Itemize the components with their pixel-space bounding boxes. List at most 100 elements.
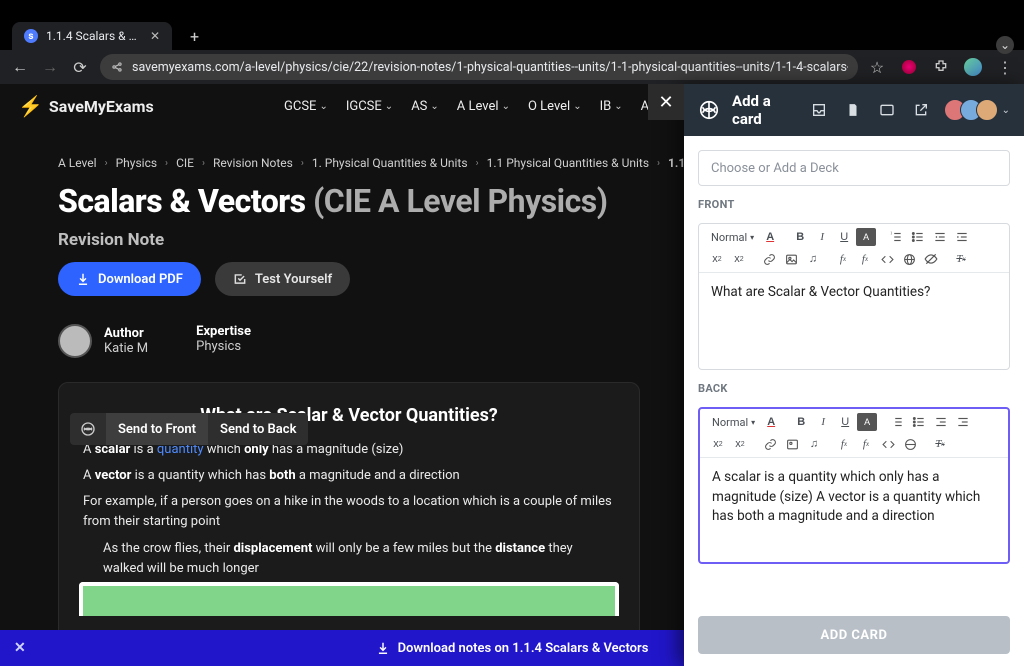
outdent-icon[interactable] xyxy=(930,228,950,246)
list-ordered-icon[interactable]: 1 xyxy=(886,228,906,246)
function-icon[interactable]: fx xyxy=(834,435,854,453)
crumb[interactable]: 1.1 Physical Quantities & Units xyxy=(487,156,649,170)
nav-reload-button[interactable]: ⟳ xyxy=(70,57,90,77)
test-icon xyxy=(233,272,247,286)
address-bar[interactable]: savemyexams.com/a-level/physics/cie/22/r… xyxy=(100,54,858,80)
crumb[interactable]: CIE xyxy=(176,156,194,170)
add-card-panel: ✕ Add a card ⌄ Choose or Add a Deck FRON… xyxy=(684,84,1024,666)
panel-close-button[interactable]: ✕ xyxy=(648,84,684,120)
crumb[interactable]: Revision Notes xyxy=(213,156,293,170)
code-icon[interactable] xyxy=(877,250,897,268)
function-alt-icon[interactable]: fx xyxy=(855,250,875,268)
site-settings-icon[interactable] xyxy=(110,60,124,74)
nav-alevel[interactable]: A Level⌄ xyxy=(457,99,510,114)
crumb[interactable]: 1. Physical Quantities & Units xyxy=(312,156,468,170)
illustration-placeholder xyxy=(79,582,619,616)
back-toolbar: Normal▾ A B I U A x2 x2 xyxy=(700,409,1008,458)
code-icon[interactable] xyxy=(878,435,898,453)
download-pdf-button[interactable]: Download PDF xyxy=(58,262,201,296)
text-color-icon[interactable]: A xyxy=(761,413,781,431)
back-editor[interactable]: Normal▾ A B I U A x2 x2 xyxy=(698,407,1010,564)
extension-icon-1[interactable] xyxy=(900,58,918,76)
deck-select[interactable]: Choose or Add a Deck xyxy=(698,150,1010,186)
image-icon[interactable] xyxy=(782,435,802,453)
browser-tab[interactable]: s 1.1.4 Scalars & Vectors | CIE ... ✕ xyxy=(12,22,172,50)
front-textarea[interactable]: What are Scalar & Vector Quantities? xyxy=(699,273,1009,369)
outdent-icon[interactable] xyxy=(931,413,951,431)
author-name: Katie M xyxy=(104,341,148,356)
back-label: BACK xyxy=(698,382,1010,395)
user-menu[interactable]: ⌄ xyxy=(944,99,1010,121)
page-subtitle: Revision Note xyxy=(58,230,164,250)
send-toolbar: Send to Front Send to Back xyxy=(70,413,308,445)
nav-igcse[interactable]: IGCSE⌄ xyxy=(346,99,393,114)
add-card-button[interactable]: ADD CARD xyxy=(698,616,1010,654)
banner-text: Download notes on 1.1.4 Scalars & Vector… xyxy=(398,641,649,656)
front-toolbar: Normal▾ A B I U A 1 x2 x2 xyxy=(699,224,1009,273)
nav-gcse[interactable]: GCSE⌄ xyxy=(284,99,328,114)
superscript-icon[interactable]: x2 xyxy=(708,435,728,453)
function-alt-icon[interactable]: fx xyxy=(856,435,876,453)
open-external-icon[interactable] xyxy=(910,99,932,121)
list-ordered-icon[interactable] xyxy=(887,413,907,431)
nav-back-button[interactable]: ← xyxy=(10,57,30,77)
panel-title: Add a card xyxy=(732,92,796,128)
link-icon[interactable] xyxy=(759,250,779,268)
highlight-icon[interactable]: A xyxy=(856,228,876,246)
underline-icon[interactable]: U xyxy=(835,413,855,431)
globe-icon[interactable] xyxy=(900,435,920,453)
extensions-icon[interactable] xyxy=(932,58,950,76)
folder-icon[interactable] xyxy=(876,99,898,121)
bookmark-star-icon[interactable]: ☆ xyxy=(868,58,886,76)
text-color-icon[interactable]: A xyxy=(760,228,780,246)
audio-icon[interactable]: ♫ xyxy=(804,435,824,453)
svg-text:1: 1 xyxy=(890,231,892,236)
author-label: Author xyxy=(104,326,148,341)
bold-icon[interactable]: B xyxy=(790,228,810,246)
window-expand-icon[interactable]: ⌄ xyxy=(996,36,1014,54)
send-to-back-button[interactable]: Send to Back xyxy=(208,413,308,445)
superscript-icon[interactable]: x2 xyxy=(707,250,727,268)
nav-as[interactable]: AS⌄ xyxy=(411,99,439,114)
tab-title: 1.1.4 Scalars & Vectors | CIE ... xyxy=(46,29,142,43)
new-tab-button[interactable]: + xyxy=(182,23,207,50)
url-text: savemyexams.com/a-level/physics/cie/22/r… xyxy=(132,60,848,75)
image-icon[interactable] xyxy=(781,250,801,268)
globe-icon[interactable] xyxy=(899,250,919,268)
subscript-icon[interactable]: x2 xyxy=(730,435,750,453)
chrome-menu-icon[interactable]: ⋮ xyxy=(996,58,1014,76)
front-editor[interactable]: Normal▾ A B I U A 1 x2 x2 xyxy=(698,223,1010,370)
italic-icon[interactable]: I xyxy=(812,228,832,246)
chevron-down-icon: ⌄ xyxy=(1002,105,1010,116)
crumb[interactable]: Physics xyxy=(116,156,157,170)
nav-olevel[interactable]: O Level⌄ xyxy=(528,99,582,114)
test-yourself-button[interactable]: Test Yourself xyxy=(215,262,350,296)
back-textarea[interactable]: A scalar is a quantity which only has a … xyxy=(700,458,1008,562)
clear-format-icon[interactable]: Tx xyxy=(930,435,950,453)
bold-icon[interactable]: B xyxy=(791,413,811,431)
tab-close-icon[interactable]: ✕ xyxy=(150,29,160,43)
indent-icon[interactable] xyxy=(953,413,973,431)
subscript-icon[interactable]: x2 xyxy=(729,250,749,268)
hide-icon[interactable] xyxy=(921,250,941,268)
document-icon[interactable] xyxy=(842,99,864,121)
italic-icon[interactable]: I xyxy=(813,413,833,431)
link-icon[interactable] xyxy=(760,435,780,453)
list-bullet-icon[interactable] xyxy=(908,228,928,246)
banner-close-icon[interactable]: ✕ xyxy=(14,640,26,656)
audio-icon[interactable]: ♫ xyxy=(803,250,823,268)
crumb[interactable]: A Level xyxy=(58,156,97,170)
site-logo[interactable]: ⚡ SaveMyExams xyxy=(18,94,154,118)
highlight-icon[interactable]: A xyxy=(857,413,877,431)
format-select[interactable]: Normal▾ xyxy=(707,231,758,244)
clear-format-icon[interactable]: Tx xyxy=(951,250,971,268)
nav-ib[interactable]: IB⌄ xyxy=(600,99,623,114)
inbox-icon[interactable] xyxy=(808,99,830,121)
underline-icon[interactable]: U xyxy=(834,228,854,246)
profile-avatar[interactable] xyxy=(964,58,982,76)
send-to-front-button[interactable]: Send to Front xyxy=(106,413,208,445)
function-icon[interactable]: fx xyxy=(833,250,853,268)
format-select[interactable]: Normal▾ xyxy=(708,416,759,429)
list-bullet-icon[interactable] xyxy=(909,413,929,431)
indent-icon[interactable] xyxy=(952,228,972,246)
